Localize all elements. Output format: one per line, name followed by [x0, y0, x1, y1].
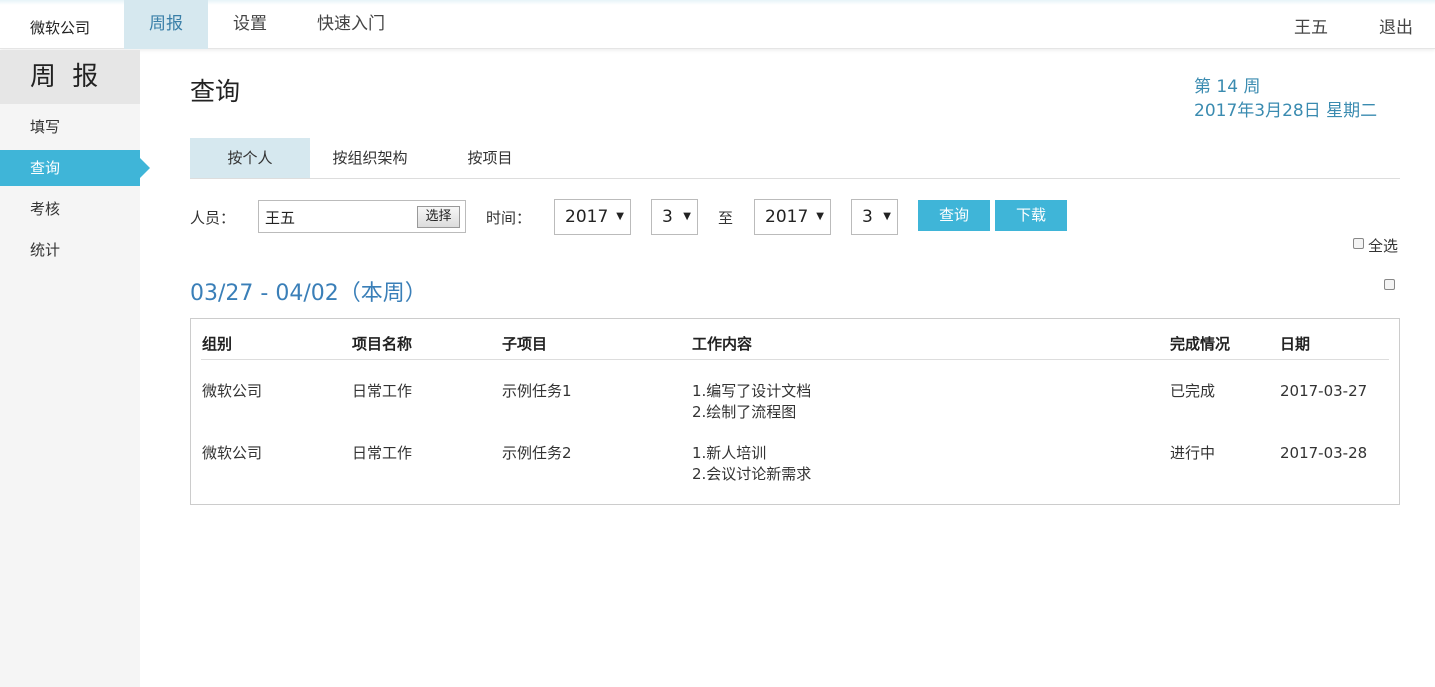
- time-label: 时间：: [486, 209, 532, 227]
- to-label: 至: [718, 209, 734, 227]
- top-bar: 微软公司 周报 设置 快速入门 王五 退出: [0, 0, 1435, 49]
- current-date: 2017年3月28日 星期二: [1194, 101, 1378, 121]
- download-button[interactable]: 下载: [995, 200, 1067, 231]
- col-header-content: 工作内容: [692, 335, 753, 353]
- to-month-value: 3: [862, 207, 873, 227]
- chevron-down-icon: ▼: [683, 211, 691, 222]
- cell-group: 微软公司: [202, 444, 263, 462]
- week-range-title: 03/27 - 04/02（本周）: [190, 281, 427, 306]
- sidebar-item-fill[interactable]: 填写: [0, 109, 140, 145]
- to-year-select[interactable]: 2017 ▼: [754, 199, 831, 235]
- cell-date: 2017-03-27: [1280, 382, 1368, 400]
- person-label: 人员：: [190, 209, 236, 227]
- to-year-value: 2017: [765, 207, 809, 227]
- tab-by-organization[interactable]: 按组织架构: [310, 138, 430, 178]
- sidebar-item-review[interactable]: 考核: [0, 191, 140, 227]
- from-year-select[interactable]: 2017 ▼: [554, 199, 631, 235]
- sidebar-title: 周 报: [0, 50, 140, 104]
- nav-quick-start[interactable]: 快速入门: [292, 0, 410, 49]
- page-title: 查询: [190, 77, 241, 106]
- sidebar-item-query[interactable]: 查询: [0, 150, 150, 186]
- person-field: 选择: [258, 200, 466, 233]
- cell-status: 进行中: [1170, 444, 1216, 462]
- cell-content-line: 2.会议讨论新需求: [692, 465, 812, 483]
- header-divider: [201, 359, 1389, 360]
- sidebar-item-statistics[interactable]: 统计: [0, 232, 140, 268]
- from-month-value: 3: [662, 207, 673, 227]
- brand-name: 微软公司: [30, 19, 91, 37]
- chevron-down-icon: ▼: [616, 211, 624, 222]
- tab-by-project[interactable]: 按项目: [430, 138, 550, 178]
- cell-content-line: 1.新人培训: [692, 444, 767, 462]
- select-all-label: 全选: [1368, 237, 1399, 255]
- col-header-date: 日期: [1280, 335, 1311, 353]
- chevron-down-icon: ▼: [883, 211, 891, 222]
- report-table: 组别 项目名称 子项目 工作内容 完成情况 日期 微软公司 日常工作 示例任务1…: [190, 318, 1400, 505]
- cell-subproject: 示例任务1: [502, 382, 572, 400]
- query-button[interactable]: 查询: [918, 200, 990, 231]
- person-input[interactable]: [265, 207, 415, 227]
- user-name[interactable]: 王五: [1294, 13, 1328, 38]
- cell-group: 微软公司: [202, 382, 263, 400]
- query-tabs: 按个人 按组织架构 按项目: [190, 138, 1400, 179]
- week-number: 第 14 周: [1194, 77, 1261, 97]
- main-nav: 周报 设置 快速入门: [124, 0, 410, 49]
- logout-link[interactable]: 退出: [1379, 13, 1413, 38]
- from-month-select[interactable]: 3 ▼: [651, 199, 698, 235]
- to-month-select[interactable]: 3 ▼: [851, 199, 898, 235]
- cell-content-line: 1.编写了设计文档: [692, 382, 812, 400]
- nav-settings[interactable]: 设置: [208, 0, 292, 49]
- cell-project: 日常工作: [352, 444, 413, 462]
- cell-project: 日常工作: [352, 382, 413, 400]
- col-header-project: 项目名称: [352, 335, 413, 353]
- pick-person-button[interactable]: 选择: [417, 206, 460, 228]
- cell-date: 2017-03-28: [1280, 444, 1368, 462]
- nav-weekly-report[interactable]: 周报: [124, 0, 208, 49]
- tab-by-person[interactable]: 按个人: [190, 138, 310, 178]
- cell-subproject: 示例任务2: [502, 444, 572, 462]
- cell-status: 已完成: [1170, 382, 1216, 400]
- cell-content-line: 2.绘制了流程图: [692, 403, 797, 421]
- col-header-status: 完成情况: [1170, 335, 1231, 353]
- col-header-group: 组别: [202, 335, 233, 353]
- sidebar: 周 报 填写 查询 考核 统计: [0, 50, 150, 687]
- col-header-subproject: 子项目: [502, 335, 548, 353]
- select-all-checkbox[interactable]: [1353, 238, 1364, 249]
- week-checkbox[interactable]: [1384, 279, 1395, 290]
- chevron-down-icon: ▼: [816, 211, 824, 222]
- from-year-value: 2017: [565, 207, 609, 227]
